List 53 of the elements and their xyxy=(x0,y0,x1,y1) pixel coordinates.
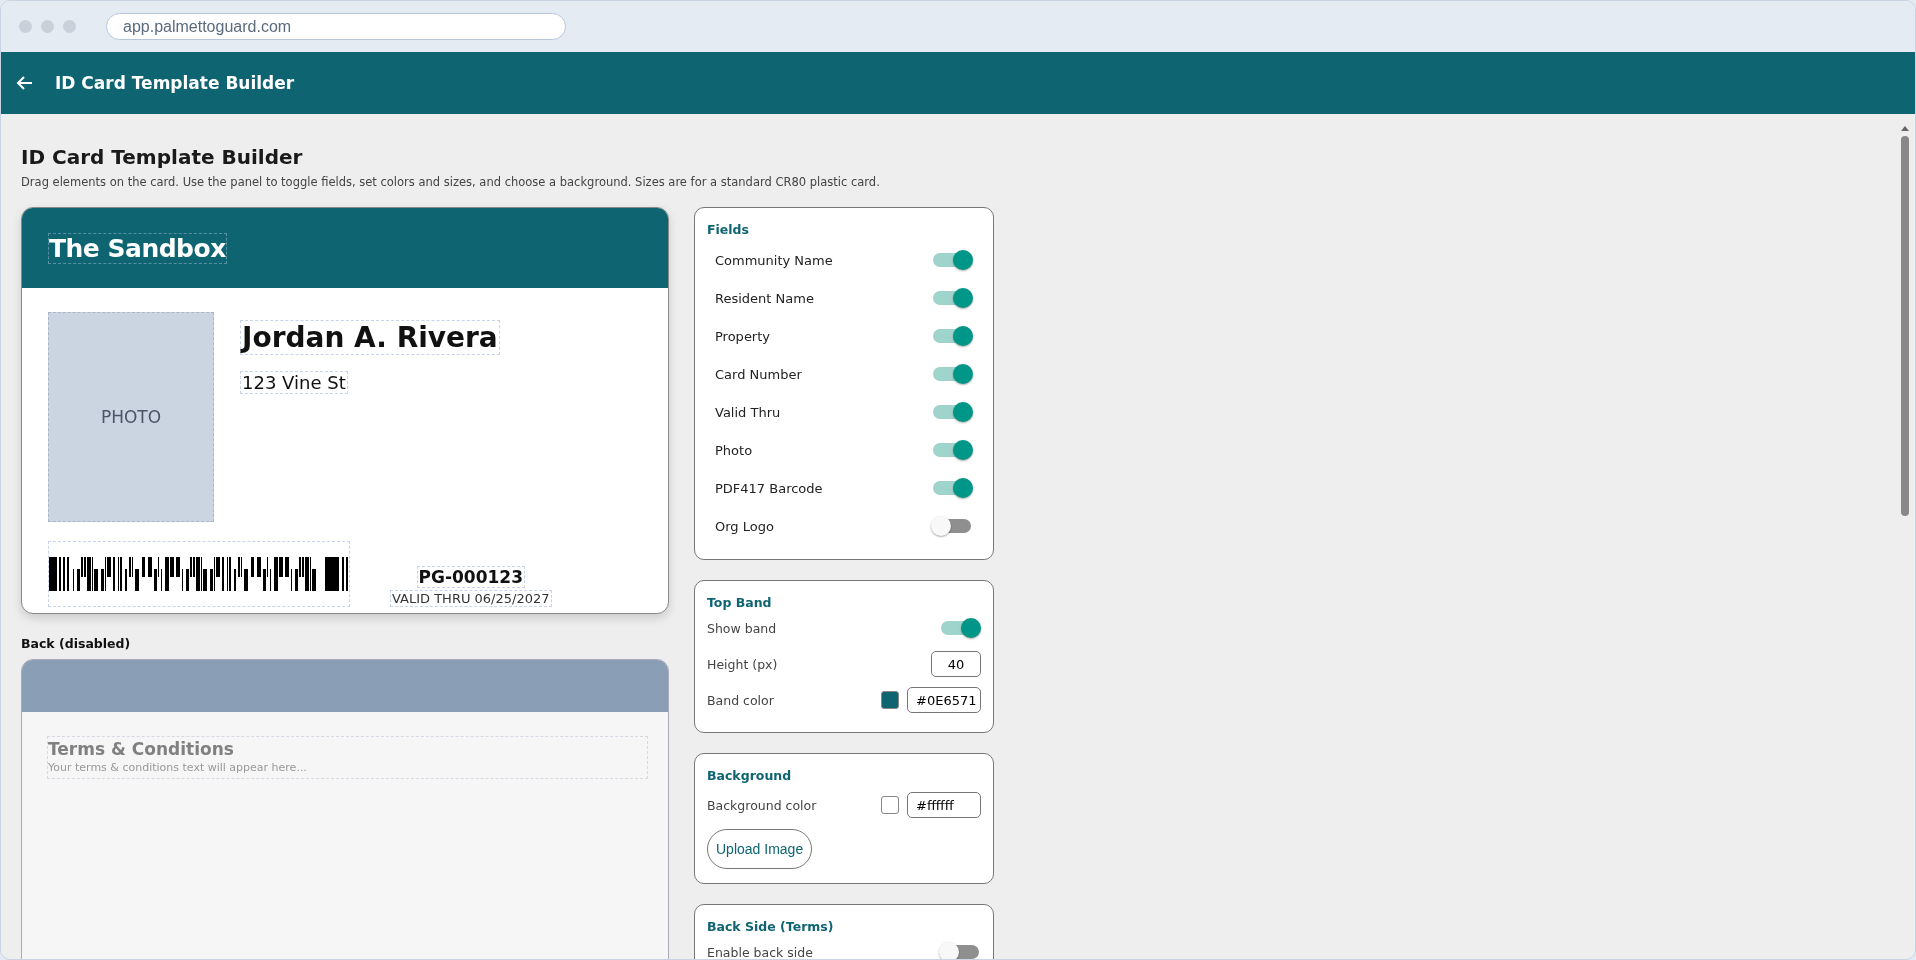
field-label: Property xyxy=(715,328,770,344)
toggle-switch[interactable] xyxy=(931,477,973,499)
toggle-switch[interactable] xyxy=(931,439,973,461)
upload-image-button[interactable]: Upload Image xyxy=(707,829,813,869)
setting-label: Band color xyxy=(707,692,774,708)
barcode-drawing[interactable] xyxy=(49,557,349,591)
terms-placeholder: Your terms & conditions text will appear here... xyxy=(48,761,308,774)
field-label: Valid Thru xyxy=(715,404,781,420)
resident-name[interactable]: Jordan A. Rivera xyxy=(240,320,500,355)
toggle-switch[interactable] xyxy=(931,363,973,385)
valid-thru-date[interactable]: VALID THRU 06/25/2027 xyxy=(390,590,552,607)
property-address[interactable]: 123 Vine St xyxy=(240,371,348,394)
setting-label: Background color xyxy=(707,797,817,813)
window-dot[interactable] xyxy=(41,20,54,33)
toggle-switch[interactable] xyxy=(931,515,973,537)
photo-placeholder[interactable]: PHOTO xyxy=(48,312,214,522)
color-field[interactable]: #ffffff xyxy=(907,792,981,818)
setting-label: Height (px) xyxy=(707,656,778,672)
page-title: ID Card Template Builder xyxy=(21,145,304,169)
section-label: Back (disabled) xyxy=(21,636,132,651)
panel-title: Back Side (Terms) xyxy=(707,919,835,934)
setting-label: Enable back side xyxy=(707,944,813,959)
field-label: Resident Name xyxy=(715,290,814,306)
field-label: Org Logo xyxy=(715,518,774,534)
color-field[interactable]: #0E6571 xyxy=(907,687,981,713)
address-bar[interactable]: app.palmettoguard.com xyxy=(106,13,566,40)
toggle-switch[interactable] xyxy=(939,941,981,959)
app-title: ID Card Template Builder xyxy=(55,73,295,93)
height-field[interactable]: 40 xyxy=(931,651,981,677)
color-swatch[interactable] xyxy=(881,796,899,814)
field-label: Photo xyxy=(715,442,753,458)
field-label: Community Name xyxy=(715,252,833,268)
terms-field[interactable]: Terms & Conditions Your terms & conditions text will appear here... xyxy=(47,736,648,779)
page-description: Drag elements on the card. Use the panel to toggle fields, set colors and sizes, and choose a background. Sizes are for a standard CR80 plastic card. xyxy=(21,175,881,189)
field-label: PDF417 Barcode xyxy=(715,480,823,496)
toggle-switch[interactable] xyxy=(939,617,981,639)
field-label: Card Number xyxy=(715,366,802,382)
scrollbar-thumb[interactable] xyxy=(1901,136,1909,516)
panel-title: Background xyxy=(707,768,793,783)
toggle-switch[interactable] xyxy=(931,325,973,347)
toggle-switch[interactable] xyxy=(931,249,973,271)
terms-title: Terms & Conditions xyxy=(48,739,235,759)
panel-title: Top Band xyxy=(707,595,773,610)
community-name[interactable]: The Sandbox xyxy=(48,232,227,264)
window-dot[interactable] xyxy=(63,20,76,33)
scroll-up-icon[interactable] xyxy=(1900,124,1910,132)
panel-title: Fields xyxy=(707,222,750,237)
setting-label: Show band xyxy=(707,620,777,636)
window-dot[interactable] xyxy=(19,20,32,33)
toggle-switch[interactable] xyxy=(931,401,973,423)
card-number[interactable]: PG-000123 xyxy=(416,566,525,588)
color-swatch[interactable] xyxy=(881,691,899,709)
toggle-switch[interactable] xyxy=(931,287,973,309)
